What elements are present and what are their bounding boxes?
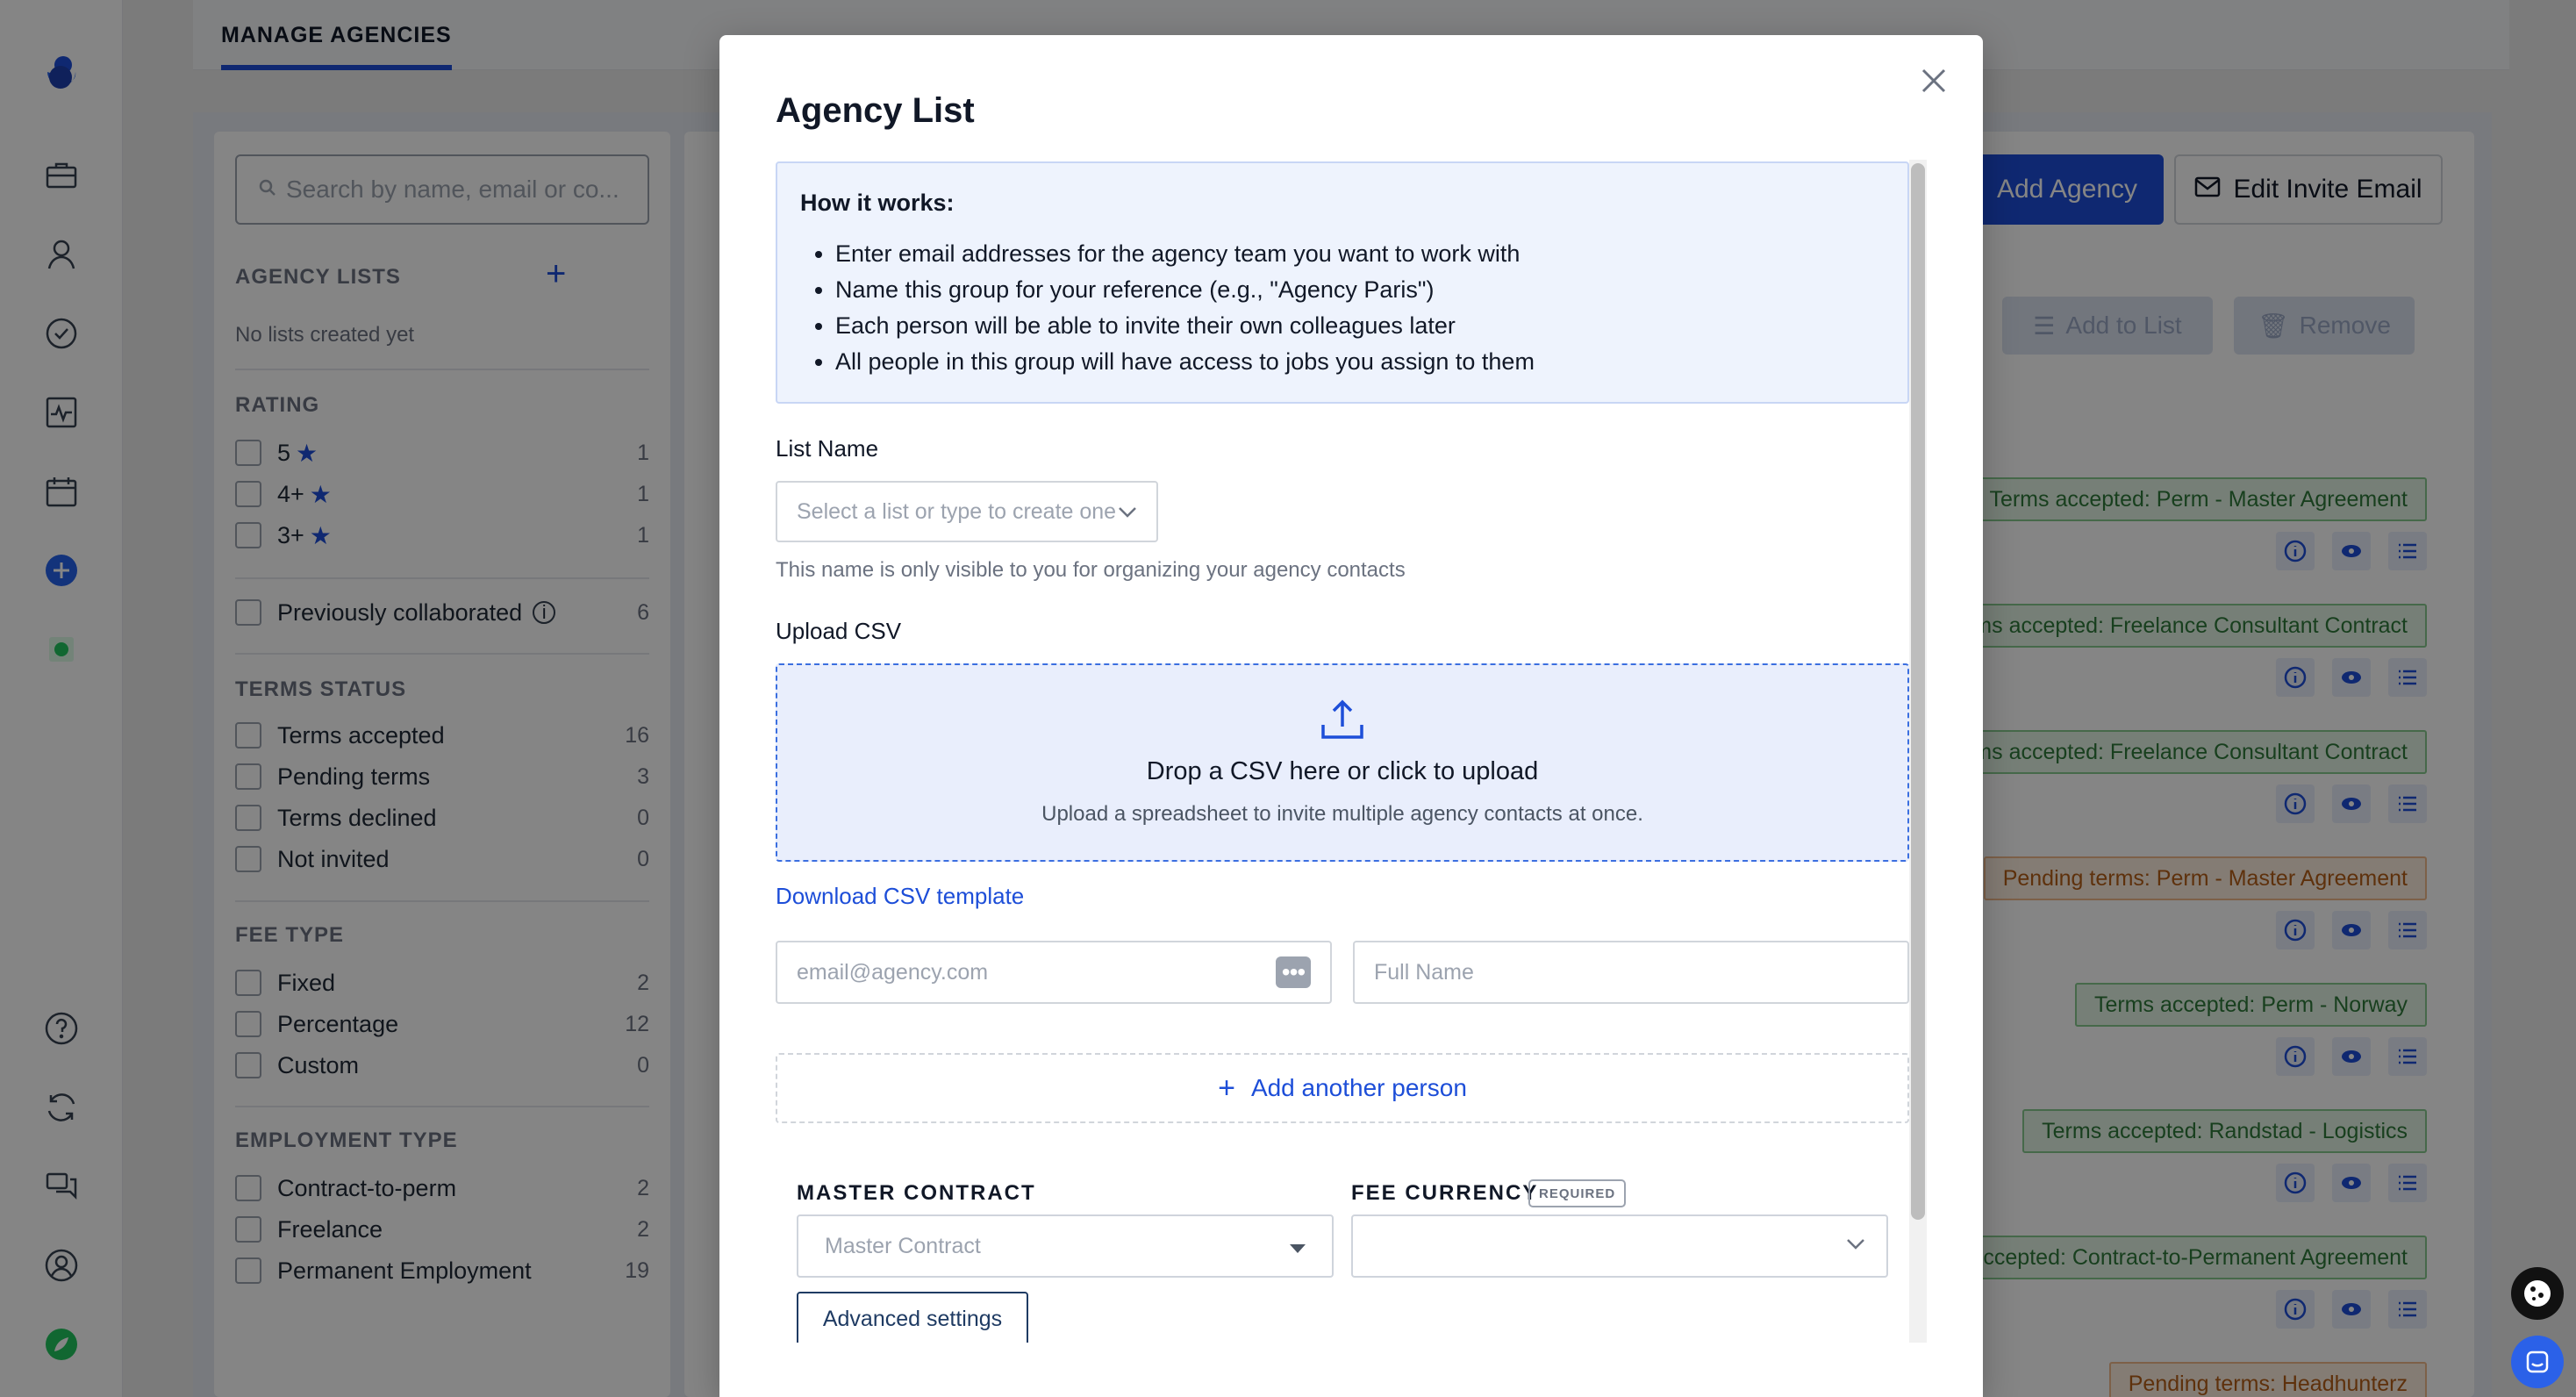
fee-currency-select[interactable] [1351, 1214, 1888, 1278]
csv-dropzone[interactable]: Drop a CSV here or click to upload Uploa… [776, 663, 1909, 862]
email-placeholder: email@agency.com [797, 959, 989, 985]
dropzone-title: Drop a CSV here or click to upload [1146, 757, 1539, 785]
modal-footer-area [719, 1343, 1983, 1397]
upload-icon [1320, 698, 1365, 745]
chevron-down-icon [1118, 499, 1137, 525]
close-icon[interactable] [1916, 63, 1951, 98]
list-name-placeholder: Select a list or type to create one [797, 498, 1117, 524]
list-item: Enter email addresses for the agency tea… [835, 236, 1885, 272]
how-it-works-box: How it works: Enter email addresses for … [776, 161, 1909, 404]
master-contract-select[interactable]: Master Contract [797, 1214, 1334, 1278]
list-name-help-text: This name is only visible to you for org… [776, 558, 1406, 582]
list-name-select[interactable]: Select a list or type to create one [776, 481, 1158, 542]
how-it-works-list: Enter email addresses for the agency tea… [800, 236, 1885, 380]
modal-title: Agency List [776, 91, 975, 130]
full-name-placeholder: Full Name [1374, 959, 1474, 985]
scrollbar-thumb[interactable] [1911, 163, 1925, 1220]
how-it-works-title: How it works: [800, 190, 955, 216]
master-contract-label: MASTER CONTRACT [797, 1181, 1036, 1205]
full-name-field[interactable]: Full Name [1353, 941, 1909, 1004]
add-another-person-label: Add another person [1250, 1074, 1467, 1101]
master-contract-placeholder: Master Contract [825, 1233, 981, 1258]
download-csv-template-link[interactable]: Download CSV template [776, 883, 1024, 910]
fee-currency-label: FEE CURRENCY [1351, 1181, 1539, 1205]
support-chat-icon[interactable] [2511, 1336, 2564, 1388]
required-badge: REQUIRED [1528, 1179, 1627, 1207]
cookie-settings-icon[interactable] [2511, 1267, 2564, 1320]
list-item: Each person will be able to invite their… [835, 308, 1885, 344]
list-item: All people in this group will have acces… [835, 344, 1885, 380]
upload-csv-label: Upload CSV [776, 618, 902, 644]
dropzone-subtitle: Upload a spreadsheet to invite multiple … [1041, 802, 1643, 826]
list-item: Name this group for your reference (e.g.… [835, 272, 1885, 308]
list-name-label: List Name [776, 435, 879, 462]
plus-icon: + [1218, 1071, 1235, 1105]
caret-down-icon [1290, 1234, 1306, 1259]
email-field[interactable]: email@agency.com ••• [776, 941, 1332, 1004]
advanced-settings-button[interactable]: Advanced settings [797, 1292, 1028, 1346]
add-another-person-button[interactable]: + Add another person [776, 1053, 1909, 1123]
chevron-down-icon [1846, 1238, 1865, 1255]
password-manager-icon[interactable]: ••• [1276, 956, 1311, 988]
